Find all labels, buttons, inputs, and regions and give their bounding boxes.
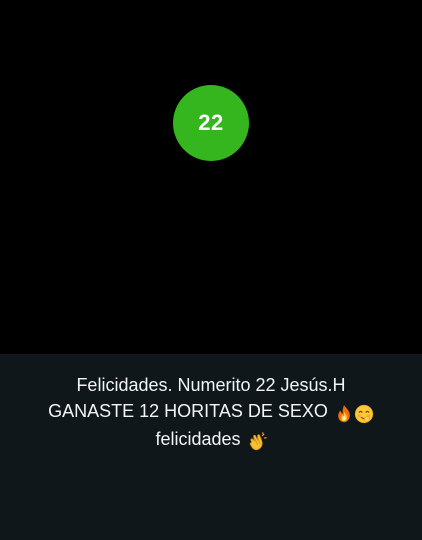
caption-line-1: Felicidades. Numerito 22 Jesús.H	[10, 372, 412, 398]
caption-line-2-emojis	[334, 400, 374, 426]
fire-emoji-icon	[334, 404, 354, 424]
caption-line-1-text: Felicidades. Numerito 22 Jesús.H	[76, 375, 346, 395]
caption-line-2: GANASTE 12 HORITAS DE SEXO	[10, 398, 412, 426]
clapping-hands-emoji-icon	[247, 432, 267, 452]
caption-line-2-text: GANASTE 12 HORITAS DE SEXO	[48, 401, 328, 421]
caption-line-3-text: felicidades	[155, 429, 241, 449]
number-badge: 22	[173, 85, 249, 161]
caption-line-3: felicidades	[10, 426, 412, 454]
caption-line-3-emojis	[247, 428, 267, 454]
media-area[interactable]: 22	[0, 0, 422, 354]
caption-text: Felicidades. Numerito 22 Jesús.H GANASTE…	[10, 372, 412, 454]
caption-panel: Felicidades. Numerito 22 Jesús.H GANASTE…	[0, 354, 422, 540]
blushing-smile-emoji-icon	[354, 404, 374, 424]
